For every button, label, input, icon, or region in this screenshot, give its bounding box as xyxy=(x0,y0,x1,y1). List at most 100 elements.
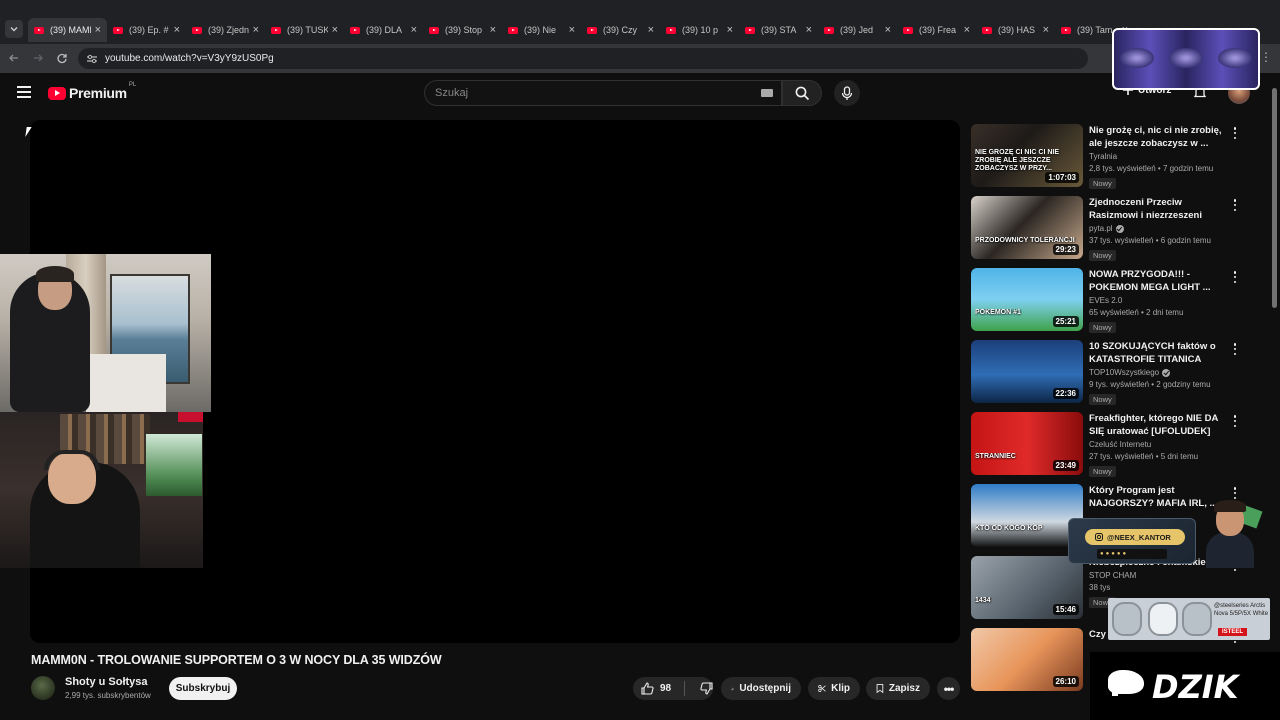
clip-button[interactable]: Klip xyxy=(808,677,860,700)
save-button[interactable]: Zapisz xyxy=(866,677,930,700)
youtube-favicon-icon xyxy=(350,26,360,34)
recommended-video[interactable]: STRANNIEC 23:49 Freakfighter, którego NIE … xyxy=(970,412,1250,477)
video-title[interactable]: 10 SZOKUJĄCYCH faktów o KATASTROFIE TITA… xyxy=(1089,340,1229,366)
video-thumbnail[interactable]: 22:36 xyxy=(971,340,1083,403)
close-tab-icon[interactable]: × xyxy=(174,24,180,36)
url-text: youtube.com/watch?v=V3yY9zUS0Pg xyxy=(105,53,274,64)
video-channel[interactable]: pyta.pl xyxy=(1089,224,1229,233)
video-thumbnail[interactable]: Pokemon #1 25:21 xyxy=(971,268,1083,331)
browser-tab[interactable]: (39) Frea × xyxy=(897,18,976,42)
video-thumbnail[interactable]: STRANNIEC 23:49 xyxy=(971,412,1083,475)
browser-tab[interactable]: (39) TUSK × xyxy=(265,18,344,42)
browser-tab[interactable]: (39) Stop × xyxy=(423,18,502,42)
recommended-video[interactable]: Pokemon #1 25:21 NOWA PRZYGODA!!! - POKEMO… xyxy=(970,268,1250,333)
video-channel[interactable]: TOP10Wszystkiego xyxy=(1089,368,1229,377)
youtube-favicon-icon xyxy=(745,26,755,34)
menu-button[interactable] xyxy=(17,86,31,98)
stream-overlay-emotes xyxy=(1112,28,1260,90)
video-info: Zjednoczeni Przeciw Rasizmowi i niezrzes… xyxy=(1089,196,1229,263)
video-title[interactable]: Nie grożę ci, nic ci nie zrobię, ale jes… xyxy=(1089,124,1229,150)
video-thumbnail[interactable]: PRZODOWNICY TOLERANCJI 29:23 xyxy=(971,196,1083,259)
close-tab-icon[interactable]: × xyxy=(648,24,654,36)
close-tab-icon[interactable]: × xyxy=(332,24,338,36)
channel-name[interactable]: Shoty u Sołtysa xyxy=(65,676,148,688)
keyboard-icon[interactable] xyxy=(761,89,773,97)
like-button[interactable]: 98 xyxy=(633,677,671,700)
tab-search-button[interactable] xyxy=(5,20,23,38)
steelseries-text: @steelseries Arctis Nova 5/5P/5X White xyxy=(1214,603,1269,617)
close-tab-icon[interactable]: × xyxy=(964,24,970,36)
emote-image xyxy=(1218,48,1252,68)
browser-tab[interactable]: (39) Zjedno × xyxy=(186,18,265,42)
browser-tab[interactable]: (39) DLA × xyxy=(344,18,423,42)
thumbnail-text: NIE GROŻĘ CI NIC CI NIE ZROBIĘ ALE JESZC… xyxy=(975,149,1060,172)
site-settings-icon[interactable] xyxy=(86,54,98,64)
recommended-video[interactable]: 22:36 10 SZOKUJĄCYCH faktów o KATASTROFIE… xyxy=(970,340,1250,405)
youtube-premium-logo[interactable]: Premium PL xyxy=(48,82,136,101)
video-thumbnail[interactable]: 1434 15:46 xyxy=(971,556,1083,619)
close-tab-icon[interactable]: × xyxy=(253,24,259,36)
tab-title: (39) Frea xyxy=(919,25,957,35)
video-meta: 9 tys. wyświetleń • 2 godziny temu xyxy=(1089,380,1211,389)
reload-button[interactable] xyxy=(54,50,70,66)
browser-tab[interactable]: (39) Czy × xyxy=(581,18,660,42)
instagram-handle-badge: @NEEX_KANTOR xyxy=(1085,529,1185,545)
headphones-icon xyxy=(1182,602,1212,636)
back-button[interactable] xyxy=(6,50,22,66)
browser-tab[interactable]: (39) 10 p × xyxy=(660,18,739,42)
more-vertical-icon[interactable] xyxy=(1232,271,1238,283)
close-tab-icon[interactable]: × xyxy=(95,24,101,36)
more-actions-button[interactable]: ••• xyxy=(937,677,960,700)
channel-avatar[interactable] xyxy=(31,676,55,700)
browser-tab[interactable]: (39) HAS × xyxy=(976,18,1055,42)
browser-tab[interactable]: (39) Ep. # × xyxy=(107,18,186,42)
recommended-video[interactable]: NIE GROŻĘ CI NIC CI NIE ZROBIĘ ALE JESZC… xyxy=(970,124,1250,191)
video-title[interactable]: Zjednoczeni Przeciw Rasizmowi i niezrzes… xyxy=(1089,196,1229,222)
video-info: Nie grożę ci, nic ci nie zrobię, ale jes… xyxy=(1089,124,1229,191)
search-button[interactable] xyxy=(782,80,822,106)
scrollbar-thumb[interactable] xyxy=(1272,88,1277,308)
close-tab-icon[interactable]: × xyxy=(569,24,575,36)
video-thumbnail[interactable]: NIE GROŻĘ CI NIC CI NIE ZROBIĘ ALE JESZC… xyxy=(971,124,1083,187)
instagram-overlay: @NEEX_KANTOR ●●●●● xyxy=(1068,500,1266,568)
url-field[interactable]: youtube.com/watch?v=V3yY9zUS0Pg xyxy=(78,48,1088,69)
browser-tab[interactable]: (39) Jed × xyxy=(818,18,897,42)
video-channel[interactable]: EVEs 2.0 xyxy=(1089,296,1229,305)
browser-tab[interactable]: (39) Nie × xyxy=(502,18,581,42)
close-tab-icon[interactable]: × xyxy=(885,24,891,36)
recommended-video[interactable]: PRZODOWNICY TOLERANCJI 29:23 Zjednoczeni P… xyxy=(970,196,1250,263)
video-title[interactable]: NOWA PRZYGODA!!! - POKEMON MEGA LIGHT ..… xyxy=(1089,268,1229,294)
video-channel[interactable]: STOP CHAM xyxy=(1089,571,1229,580)
video-duration: 26:10 xyxy=(1052,676,1079,687)
share-button[interactable]: Udostępnij xyxy=(721,677,801,700)
more-vertical-icon[interactable] xyxy=(1232,127,1238,139)
more-vertical-icon[interactable] xyxy=(1232,199,1238,211)
browser-menu-icon[interactable]: ⋮ xyxy=(1260,50,1272,65)
tab-title: (39) Ep. # xyxy=(129,25,169,35)
dislike-button[interactable] xyxy=(690,677,713,700)
video-duration: 22:36 xyxy=(1052,388,1079,399)
more-vertical-icon[interactable] xyxy=(1232,415,1238,427)
search-input[interactable]: Szukaj xyxy=(424,80,782,106)
voice-search-button[interactable] xyxy=(834,80,860,106)
video-channel[interactable]: Czeluść Internetu xyxy=(1089,440,1229,449)
subscribe-button[interactable]: Subskrybuj xyxy=(169,677,237,700)
video-channel[interactable]: Tyralnia xyxy=(1089,152,1229,161)
video-thumbnail[interactable]: 26:10 xyxy=(971,628,1083,691)
youtube-favicon-icon xyxy=(587,26,597,34)
video-thumbnail[interactable]: KTO OD KOGO KOP xyxy=(971,484,1083,547)
page-scrollbar[interactable] xyxy=(1270,84,1278,720)
video-title[interactable]: Freakfighter, którego NIE DA SIĘ uratowa… xyxy=(1089,412,1229,438)
divider xyxy=(684,681,685,696)
close-tab-icon[interactable]: × xyxy=(490,24,496,36)
browser-tab[interactable]: (39) STA × xyxy=(739,18,818,42)
youtube-favicon-icon xyxy=(666,26,676,34)
close-tab-icon[interactable]: × xyxy=(411,24,417,36)
headphones-icon xyxy=(1148,602,1178,636)
browser-tab[interactable]: (39) MAMM0N × xyxy=(28,18,107,42)
forward-button[interactable] xyxy=(30,50,46,66)
close-tab-icon[interactable]: × xyxy=(806,24,812,36)
close-tab-icon[interactable]: × xyxy=(727,24,733,36)
more-vertical-icon[interactable] xyxy=(1232,343,1238,355)
close-tab-icon[interactable]: × xyxy=(1043,24,1049,36)
